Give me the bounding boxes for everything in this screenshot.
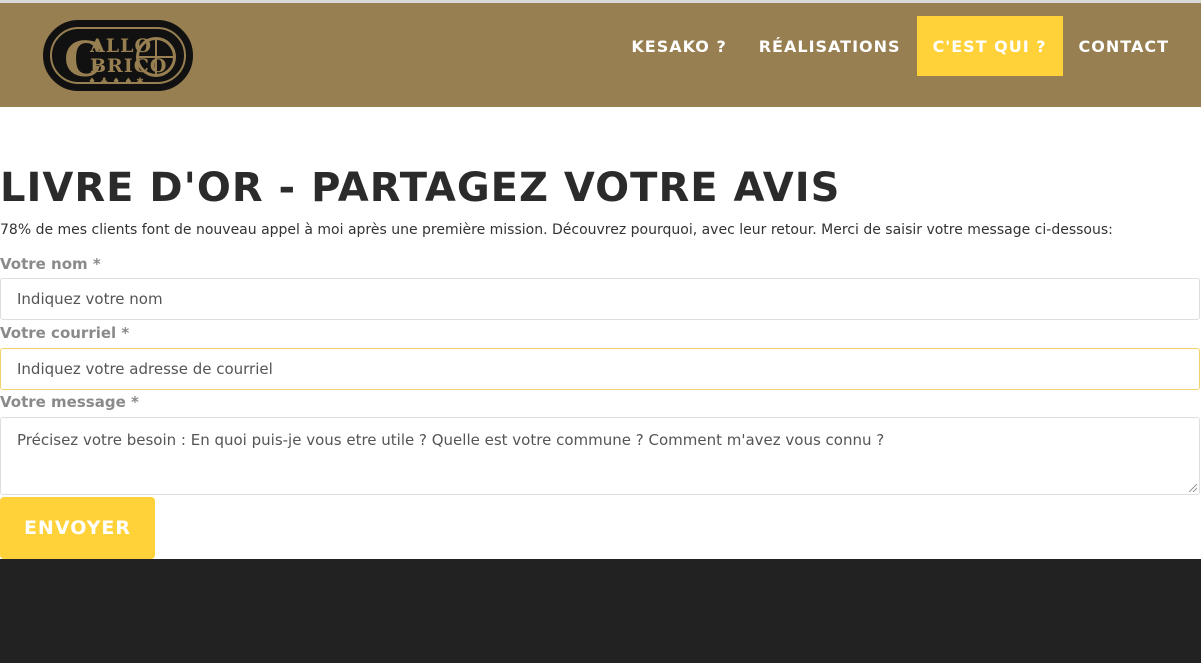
message-label: Votre message * (0, 393, 139, 411)
page-title: LIVRE D'OR - PARTAGEZ VOTRE AVIS (0, 165, 841, 211)
email-input[interactable]: Indiquez votre adresse de courriel (0, 348, 1200, 390)
main-nav: KESAKO ? RÉALISATIONS C'EST QUI ? CONTAC… (615, 16, 1185, 76)
logo-frame: C ALLO BRICO ♦♣♦♠✱ (50, 27, 186, 87)
site-header: C ALLO BRICO ♦♣♦♠✱ KESAKO ? RÉALISATIONS… (0, 3, 1201, 107)
message-textarea[interactable]: Précisez votre besoin : En quoi puis-je … (0, 417, 1200, 495)
allo-brico-logo[interactable]: C ALLO BRICO ♦♣♦♠✱ (43, 20, 193, 91)
tools-icons: ♦♣♦♠✱ (88, 77, 148, 87)
name-label: Votre nom * (0, 255, 101, 273)
nav-realisations[interactable]: RÉALISATIONS (743, 16, 917, 76)
email-label: Votre courriel * (0, 324, 130, 342)
wheel-icon (136, 37, 176, 77)
nav-kesako[interactable]: KESAKO ? (615, 16, 742, 76)
nav-cest-qui[interactable]: C'EST QUI ? (916, 16, 1063, 76)
message-placeholder: Précisez votre besoin : En quoi puis-je … (17, 431, 885, 449)
nav-contact[interactable]: CONTACT (1063, 16, 1185, 76)
intro-text: 78% de mes clients font de nouveau appel… (0, 222, 1113, 238)
submit-button[interactable]: ENVOYER (0, 497, 155, 559)
resize-handle-icon[interactable] (1189, 484, 1197, 492)
name-input[interactable]: Indiquez votre nom (0, 278, 1200, 320)
site-footer (0, 559, 1201, 663)
